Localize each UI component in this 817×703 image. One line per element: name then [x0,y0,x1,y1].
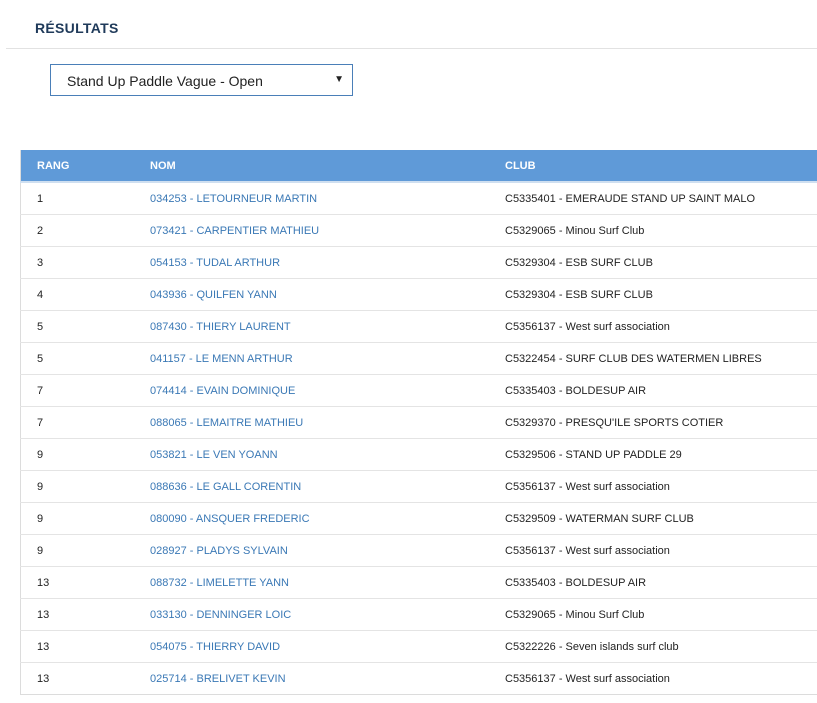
table-row: 2 073421 - CARPENTIER MATHIEU C5329065 - M… [20,214,817,247]
club-cell: C5335403 - BOLDESUP AIR [505,374,817,407]
column-header-club: CLUB [505,150,817,183]
category-select-value: Stand Up Paddle Vague - Open [67,73,263,89]
name-cell: 088636 - LE GALL CORENTIN [150,470,505,503]
athlete-link[interactable]: 073421 - CARPENTIER MATHIEU [150,225,319,237]
athlete-link[interactable]: 088636 - LE GALL CORENTIN [150,481,301,493]
category-select[interactable]: Stand Up Paddle Vague - Open ▼ [50,64,353,96]
club-cell: C5329065 - Minou Surf Club [505,598,817,631]
club-cell: C5356137 - West surf association [505,310,817,343]
athlete-link[interactable]: 028927 - PLADYS SYLVAIN [150,545,288,557]
rank-cell: 13 [20,630,150,663]
athlete-link[interactable]: 033130 - DENNINGER LOIC [150,609,291,621]
caret-down-icon: ▼ [334,74,344,85]
table-row: 13 088732 - LIMELETTE YANN C5335403 - BOLD… [20,566,817,599]
rank-cell: 13 [20,662,150,695]
club-cell: C5329509 - WATERMAN SURF CLUB [505,502,817,535]
athlete-link[interactable]: 034253 - LETOURNEUR MARTIN [150,193,317,205]
club-cell: C5356137 - West surf association [505,662,817,695]
rank-cell: 7 [20,374,150,407]
rank-cell: 3 [20,246,150,279]
rank-cell: 9 [20,470,150,503]
name-cell: 088065 - LEMAITRE MATHIEU [150,406,505,439]
table-header-row: RANG NOM CLUB [20,150,817,183]
club-cell: C5329370 - PRESQU'ILE SPORTS COTIER [505,406,817,439]
rank-cell: 7 [20,406,150,439]
name-cell: 033130 - DENNINGER LOIC [150,598,505,631]
results-page: RÉSULTATS Stand Up Paddle Vague - Open ▼… [0,0,817,703]
table-row: 1 034253 - LETOURNEUR MARTIN C5335401 - EM… [21,182,817,215]
table-row: 4 043936 - QUILFEN YANN C5329304 - ESB SUR… [20,278,817,311]
name-cell: 080090 - ANSQUER FREDERIC [150,502,505,535]
rank-cell: 13 [20,566,150,599]
club-cell: C5329065 - Minou Surf Club [505,214,817,247]
rank-cell: 5 [20,342,150,375]
athlete-link[interactable]: 074414 - EVAIN DOMINIQUE [150,385,295,397]
table-row: 13 054075 - THIERRY DAVID C5322226 - Seven… [20,630,817,663]
table-row: 9 080090 - ANSQUER FREDERIC C5329509 - WAT… [20,502,817,535]
rank-cell: 2 [20,214,150,247]
athlete-link[interactable]: 088065 - LEMAITRE MATHIEU [150,417,303,429]
club-cell: C5335403 - BOLDESUP AIR [505,566,817,599]
club-cell: C5335401 - EMERAUDE STAND UP SAINT MALO [505,192,756,205]
athlete-link[interactable]: 088732 - LIMELETTE YANN [150,577,289,589]
athlete-link[interactable]: 054153 - TUDAL ARTHUR [150,257,280,269]
column-header-rang: RANG [20,150,150,183]
table-row: 13 025714 - BRELIVET KEVIN C5356137 - West… [20,662,817,695]
athlete-link[interactable]: 080090 - ANSQUER FREDERIC [150,513,310,525]
name-cell: 074414 - EVAIN DOMINIQUE [150,374,505,407]
athlete-link[interactable]: 087430 - THIERY LAURENT [150,321,291,333]
name-cell: 088732 - LIMELETTE YANN [150,566,505,599]
rank-cell: 9 [20,502,150,535]
name-cell: 043936 - QUILFEN YANN [150,278,505,311]
name-cell: 041157 - LE MENN ARTHUR [150,342,505,375]
rank-cell: 4 [20,278,150,311]
table-row: 3 054153 - TUDAL ARTHUR C5329304 - ESB SUR… [20,246,817,279]
name-cell: 054075 - THIERRY DAVID [150,630,505,663]
section-header: RÉSULTATS [6,0,817,49]
name-cell: 054153 - TUDAL ARTHUR [150,246,505,279]
club-cell: C5322226 - Seven islands surf club [505,630,817,663]
table-row: 9 053821 - LE VEN YOANN C5329506 - STAND U… [20,438,817,471]
table-row: 9 028927 - PLADYS SYLVAIN C5356137 - West … [20,534,817,567]
rank-cell: 9 [20,534,150,567]
page-title: RÉSULTATS [35,20,119,36]
athlete-link[interactable]: 043936 - QUILFEN YANN [150,289,277,301]
name-cell: 034253 - LETOURNEUR MARTIN [150,182,505,215]
club-cell: C5329304 - ESB SURF CLUB [505,246,817,279]
table-row: 5 087430 - THIERY LAURENT C5356137 - West … [20,310,817,343]
club-cell: C5356137 - West surf association [505,534,817,567]
column-header-nom: NOM [150,150,505,183]
club-cell: C5329304 - ESB SURF CLUB [505,278,817,311]
athlete-link[interactable]: 025714 - BRELIVET KEVIN [150,673,286,685]
rank-cell: 9 [20,438,150,471]
results-table-body: 1 034253 - LETOURNEUR MARTIN C5335401 - EM… [20,182,817,695]
name-cell: 028927 - PLADYS SYLVAIN [150,534,505,567]
club-cell: C5356137 - West surf association [505,470,817,503]
name-cell: 087430 - THIERY LAURENT [150,310,505,343]
athlete-link[interactable]: 054075 - THIERRY DAVID [150,641,280,653]
table-row: 7 074414 - EVAIN DOMINIQUE C5335403 - BOLD… [20,374,817,407]
club-cell: C5322454 - SURF CLUB DES WATERMEN LIBRES [505,342,817,375]
table-row: 13 033130 - DENNINGER LOIC C5329065 - Mino… [20,598,817,631]
name-cell: 073421 - CARPENTIER MATHIEU [150,214,505,247]
athlete-link[interactable]: 053821 - LE VEN YOANN [150,449,278,461]
table-row: 9 088636 - LE GALL CORENTIN C5356137 - Wes… [20,470,817,503]
rank-cell: 13 [20,598,150,631]
name-cell: 053821 - LE VEN YOANN [150,438,505,471]
table-row: 5 041157 - LE MENN ARTHUR C5322454 - SURF … [20,342,817,375]
athlete-link[interactable]: 041157 - LE MENN ARTHUR [150,353,293,365]
rank-cell: 1 [37,192,44,205]
results-table: RANG NOM CLUB 1 034253 - LETOURNEUR MARTI… [20,150,817,695]
club-cell: C5329506 - STAND UP PADDLE 29 [505,438,817,471]
rank-cell: 5 [20,310,150,343]
name-cell: 025714 - BRELIVET KEVIN [150,662,505,695]
table-row: 7 088065 - LEMAITRE MATHIEU C5329370 - PRE… [20,406,817,439]
